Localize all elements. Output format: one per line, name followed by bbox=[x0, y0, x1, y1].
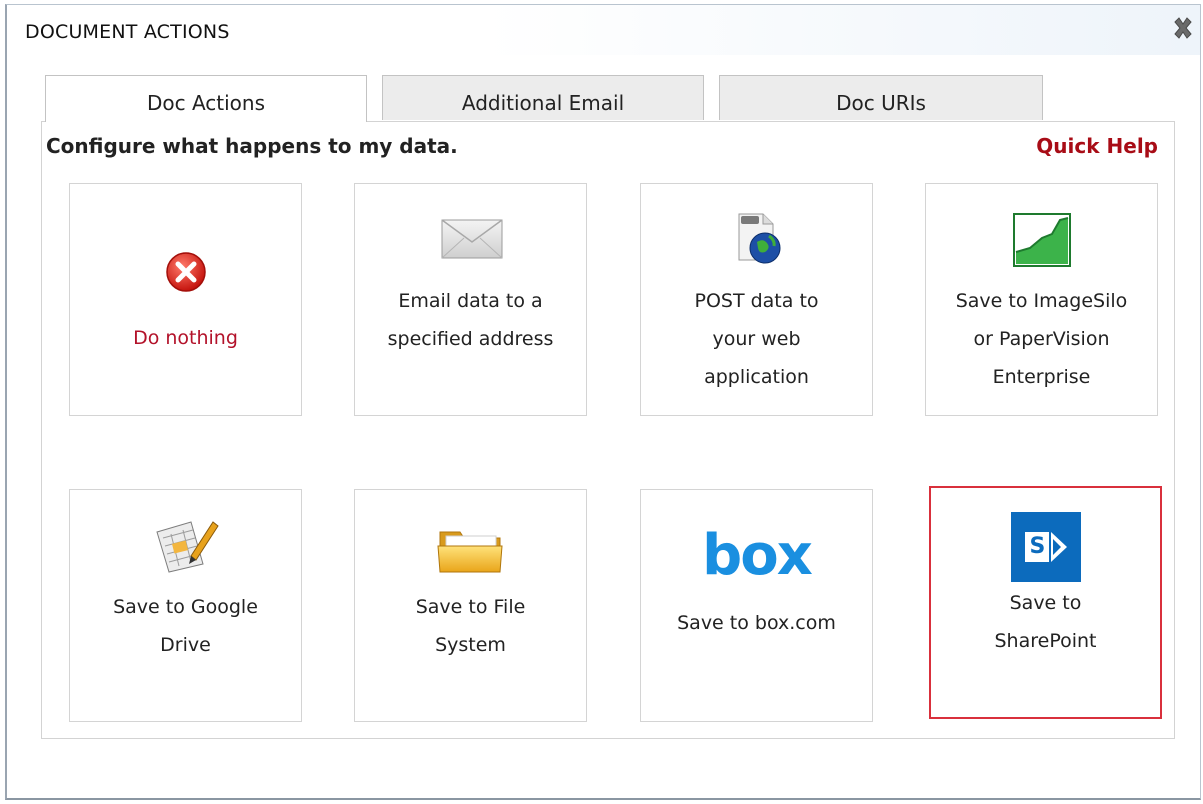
globe-document-icon bbox=[729, 210, 785, 270]
label-line: Do nothing bbox=[133, 327, 238, 349]
tab-doc-actions[interactable]: Doc Actions bbox=[45, 75, 367, 122]
action-label: Save to File System bbox=[363, 588, 578, 664]
sharepoint-icon: S bbox=[1010, 512, 1081, 586]
envelope-icon bbox=[436, 212, 506, 266]
label-line: Save to ImageSilo bbox=[955, 290, 1128, 312]
label-line: application bbox=[704, 366, 809, 388]
dialog-titlebar: DOCUMENT ACTIONS bbox=[7, 5, 1200, 55]
tab-label: Doc URIs bbox=[836, 91, 926, 115]
action-imagesilo[interactable]: Save to ImageSilo or PaperVision Enterpr… bbox=[925, 183, 1158, 416]
action-label: Email data to a specified address bbox=[363, 282, 578, 358]
action-sharepoint[interactable]: S Save to SharePoint bbox=[929, 486, 1162, 719]
tab-label: Additional Email bbox=[461, 91, 625, 115]
panel-heading: Configure what happens to my data. bbox=[46, 134, 458, 158]
action-google-drive[interactable]: Save to Google Drive bbox=[69, 489, 302, 722]
folder-icon bbox=[436, 524, 506, 580]
action-label: Save to box.com bbox=[649, 604, 864, 642]
label-line: Drive bbox=[160, 634, 211, 656]
quick-help-link[interactable]: Quick Help bbox=[1036, 134, 1158, 158]
label-line: Enterprise bbox=[992, 366, 1091, 388]
green-chart-icon bbox=[1012, 212, 1072, 272]
box-logo-icon: box bbox=[702, 523, 813, 588]
document-actions-dialog: DOCUMENT ACTIONS Doc Actions Additional … bbox=[5, 4, 1201, 800]
spreadsheet-pencil-icon bbox=[151, 512, 221, 578]
label-line: specified address bbox=[387, 328, 554, 350]
label-line: System bbox=[435, 634, 506, 656]
doc-actions-panel: Configure what happens to my data. Quick… bbox=[41, 121, 1175, 739]
action-label: POST data to your web application bbox=[649, 282, 864, 396]
action-box[interactable]: box Save to box.com bbox=[640, 489, 873, 722]
label-line: or PaperVision bbox=[973, 328, 1110, 350]
label-line: Save to box.com bbox=[677, 612, 836, 634]
close-x-icon[interactable] bbox=[1170, 15, 1196, 41]
action-label: Save to Google Drive bbox=[78, 588, 293, 664]
action-label: Save to SharePoint bbox=[939, 584, 1152, 660]
action-file-system[interactable]: Save to File System bbox=[354, 489, 587, 722]
dialog-title: DOCUMENT ACTIONS bbox=[25, 21, 230, 43]
red-x-circle-icon bbox=[164, 250, 208, 298]
action-label: Save to ImageSilo or PaperVision Enterpr… bbox=[934, 282, 1149, 396]
label-line: Save to Google bbox=[113, 596, 258, 618]
action-email[interactable]: Email data to a specified address bbox=[354, 183, 587, 416]
tab-doc-uris[interactable]: Doc URIs bbox=[719, 75, 1043, 120]
action-label: Do nothing bbox=[78, 319, 293, 357]
tab-label: Doc Actions bbox=[146, 91, 266, 115]
action-do-nothing[interactable]: Do nothing bbox=[69, 183, 302, 416]
label-line: Email data to a bbox=[398, 290, 543, 312]
label-line: Save to File bbox=[415, 596, 526, 618]
sharepoint-logo-letter: S bbox=[1029, 534, 1046, 559]
tab-bar: Doc Actions Additional Email Doc URIs bbox=[45, 75, 1045, 122]
label-line: POST data to bbox=[694, 290, 819, 312]
tab-additional-email[interactable]: Additional Email bbox=[382, 75, 704, 120]
label-line: Save to bbox=[1009, 592, 1082, 614]
label-line: SharePoint bbox=[994, 630, 1097, 652]
label-line: your web bbox=[712, 328, 801, 350]
action-post-web[interactable]: POST data to your web application bbox=[640, 183, 873, 416]
